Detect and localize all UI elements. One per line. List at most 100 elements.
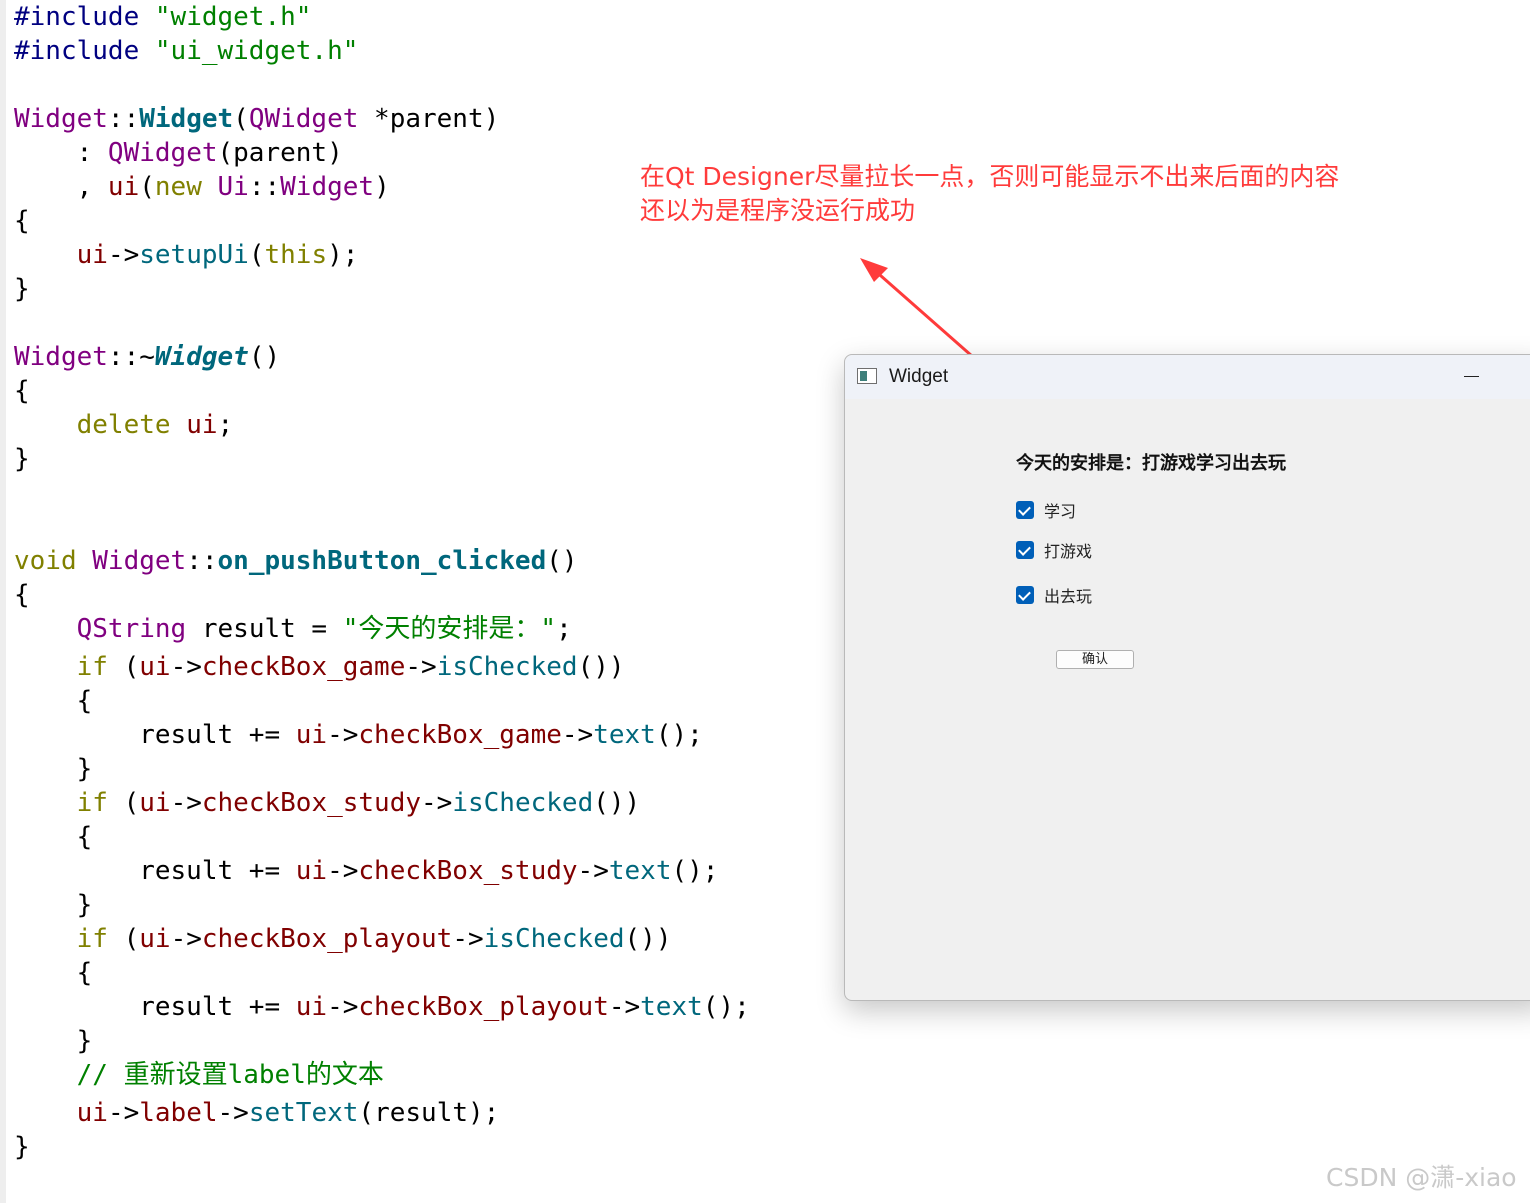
- code-line: {: [14, 684, 93, 718]
- code-token: (: [107, 924, 140, 954]
- code-token: :: [14, 138, 108, 168]
- code-token: text: [640, 992, 703, 1022]
- checkmark-icon[interactable]: [1016, 501, 1034, 519]
- code-token: delete: [76, 410, 171, 440]
- code-token: // 重新设置label的文本: [76, 1060, 384, 1090]
- code-token: ->: [327, 992, 359, 1022]
- code-line: {: [14, 956, 93, 990]
- code-token: if: [76, 788, 108, 818]
- code-token: ()): [593, 788, 641, 818]
- code-token: Widget: [92, 546, 187, 576]
- confirm-button[interactable]: 确认: [1056, 650, 1134, 669]
- code-line: if (ui->checkBox_playout->isChecked()): [14, 922, 672, 956]
- code-token: isChecked: [452, 788, 594, 818]
- code-token: ::~: [107, 342, 155, 372]
- code-token: this: [264, 240, 328, 270]
- code-token: ->: [608, 992, 641, 1022]
- code-line: #include "widget.h": [14, 0, 311, 34]
- code-token: ui: [139, 652, 171, 682]
- code-token: text: [593, 720, 656, 750]
- checkbox-study-label: 学习: [1044, 502, 1077, 521]
- code-token: new: [154, 172, 202, 202]
- code-token: ->: [170, 652, 202, 682]
- code-token: QString: [76, 614, 187, 644]
- code-token: ;: [217, 410, 234, 440]
- code-token: ::: [107, 104, 140, 134]
- code-token: checkBox_study: [201, 788, 422, 818]
- code-line: {: [14, 204, 30, 238]
- code-token: Widget: [154, 342, 249, 372]
- code-token: ui: [76, 240, 108, 270]
- code-token: ()): [577, 652, 625, 682]
- checkbox-game[interactable]: 打游戏: [1016, 539, 1092, 561]
- code-token: isChecked: [436, 652, 578, 682]
- code-token: isChecked: [483, 924, 625, 954]
- code-line: , ui(new Ui::Widget): [14, 170, 390, 204]
- code-token: result =: [186, 614, 343, 644]
- code-token: (: [248, 240, 265, 270]
- code-token: ;: [556, 614, 572, 644]
- code-token: }: [14, 890, 93, 920]
- checkbox-game-label: 打游戏: [1044, 542, 1093, 561]
- code-token: on_pushButton_clicked: [217, 546, 547, 576]
- code-token: {: [14, 958, 93, 988]
- code-line: }: [14, 272, 30, 306]
- code-line: result += ui->checkBox_game->text();: [14, 718, 703, 752]
- code-token: "ui_widget.h": [154, 36, 359, 66]
- code-token: ->: [107, 1098, 140, 1128]
- code-line: if (ui->checkBox_game->isChecked()): [14, 650, 625, 684]
- code-line: QString result = "今天的安排是：";: [14, 612, 572, 646]
- annotation: 在Qt Designer尽量拉长一点，否则可能显示不出来后面的内容 还以为是程序…: [640, 160, 1400, 228]
- code-token: ->: [107, 240, 140, 270]
- code-line: #include "ui_widget.h": [14, 34, 358, 68]
- code-token: ->: [170, 924, 202, 954]
- window-titlebar[interactable]: Widget: [845, 355, 1530, 399]
- code-token: #include: [14, 2, 155, 32]
- code-token: ();: [671, 856, 719, 886]
- window-title: Widget: [889, 366, 949, 387]
- code-token: ::: [248, 172, 281, 202]
- checkmark-icon[interactable]: [1016, 586, 1034, 604]
- code-line: }: [14, 442, 30, 476]
- code-line: }: [14, 1024, 93, 1058]
- qt-app-icon: [857, 368, 877, 384]
- code-token: (: [233, 104, 249, 134]
- code-token: ()): [624, 924, 672, 954]
- code-token: label: [139, 1098, 218, 1128]
- code-token: (: [107, 788, 140, 818]
- code-token: ui: [186, 410, 218, 440]
- code-token: ();: [655, 720, 703, 750]
- code-token: );: [327, 240, 359, 270]
- checkbox-playout[interactable]: 出去玩: [1016, 584, 1092, 606]
- checkmark-icon[interactable]: [1016, 541, 1034, 559]
- code-token: checkBox_game: [201, 652, 406, 682]
- editor-gutter: [0, 0, 6, 1203]
- code-token: QWidget: [107, 138, 218, 168]
- code-token: ::: [186, 546, 218, 576]
- code-token: }: [14, 754, 93, 784]
- code-token: {: [14, 686, 93, 716]
- code-token: ): [374, 172, 390, 202]
- code-token: checkBox_study: [358, 856, 578, 886]
- code-token: "widget.h": [154, 2, 312, 32]
- checkbox-playout-label: 出去玩: [1044, 587, 1093, 606]
- code-token: (: [139, 172, 155, 202]
- code-token: ->: [327, 720, 359, 750]
- code-token: ,: [14, 172, 108, 202]
- minimize-icon[interactable]: [1451, 363, 1491, 391]
- code-token: setupUi: [139, 240, 249, 270]
- code-token: ();: [702, 992, 750, 1022]
- code-token: result +=: [14, 720, 296, 750]
- code-token: (: [107, 652, 140, 682]
- code-token: Ui: [217, 172, 249, 202]
- checkbox-study[interactable]: 学习: [1016, 499, 1076, 521]
- code-token: result +=: [14, 992, 296, 1022]
- code-token: if: [76, 652, 108, 682]
